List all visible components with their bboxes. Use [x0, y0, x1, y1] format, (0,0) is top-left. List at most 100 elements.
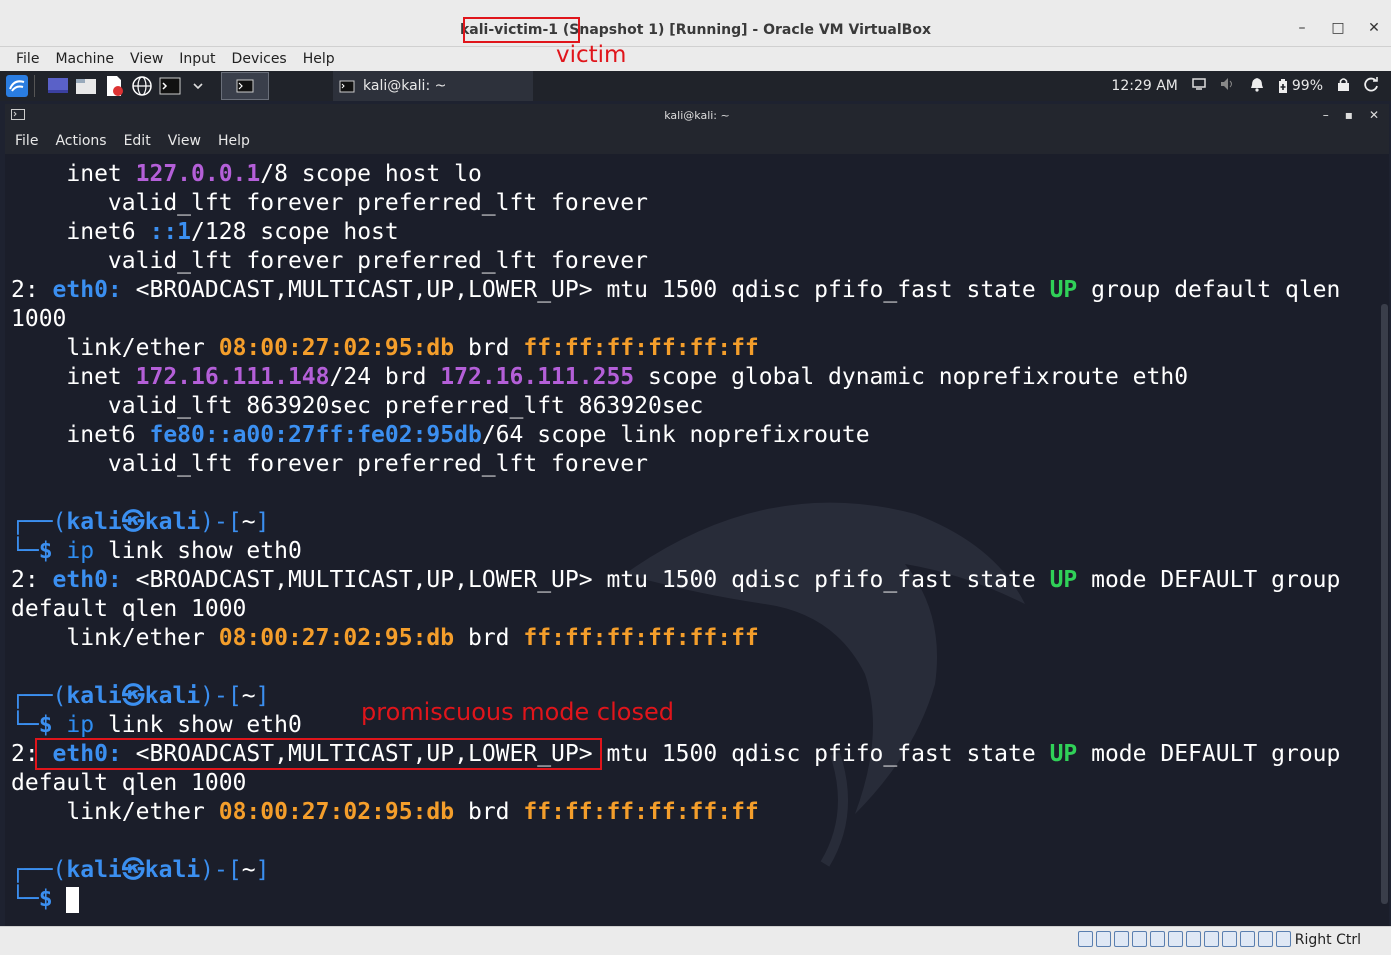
terminal-menu-help[interactable]: Help [218, 133, 250, 149]
show-desktop-icon[interactable] [47, 75, 69, 97]
terminal-minimize-button[interactable]: – [1323, 108, 1329, 122]
terminal-text: link show eth0 [94, 712, 302, 738]
terminal-text: ff:ff:ff:ff:ff:ff [523, 625, 759, 651]
terminal-text: └─ [11, 886, 39, 912]
menu-input[interactable]: Input [179, 51, 215, 67]
menu-devices[interactable]: Devices [232, 51, 287, 67]
terminal-text: default qlen 1000 [11, 770, 247, 796]
menu-file[interactable]: File [16, 51, 39, 67]
chevron-down-icon[interactable] [187, 75, 209, 97]
web-browser-icon[interactable] [131, 75, 153, 97]
terminal-text: └─ [11, 712, 39, 738]
terminal-text: brd [454, 799, 524, 825]
terminal-line: ┌──(kali㉿kali)-[~] [11, 508, 1340, 537]
terminal-text: brd [454, 625, 524, 651]
terminal-text: <BROADCAST,MULTICAST,UP,LOWER_UP> mtu 15… [121, 741, 1050, 767]
maximize-button[interactable]: □ [1331, 20, 1345, 36]
menu-machine[interactable]: Machine [55, 51, 114, 67]
terminal-menubar: File Actions Edit View Help [5, 128, 1389, 154]
cpu-icon[interactable] [1222, 931, 1237, 947]
lock-screen-icon[interactable] [1337, 77, 1350, 96]
battery-percent: 99% [1291, 78, 1323, 94]
hard-disk-icon[interactable] [1078, 931, 1093, 947]
shared-folders-icon[interactable] [1168, 931, 1183, 947]
kali-top-panel: kali@kali: ~ 12:29 AM 99% [0, 71, 1391, 101]
battery-icon [1278, 78, 1287, 93]
terminal-text: ┌──( [11, 509, 67, 535]
notification-bell-icon[interactable] [1250, 77, 1264, 96]
audio-icon[interactable] [1114, 931, 1129, 947]
terminal-line: valid_lft forever preferred_lft forever [11, 247, 1340, 276]
terminal-line: └─$ ip link show eth0 [11, 537, 1340, 566]
terminal-text: ~ [241, 857, 256, 883]
close-button[interactable]: ✕ [1367, 20, 1381, 36]
file-manager-icon[interactable] [75, 75, 97, 97]
terminal-text: mode DEFAULT group [1077, 741, 1341, 767]
vbox-statusbar: Right Ctrl [0, 926, 1391, 955]
terminal-line: valid_lft 863920sec preferred_lft 863920… [11, 392, 1340, 421]
mouse-integration-icon[interactable] [1258, 931, 1273, 947]
terminal-scrollbar[interactable] [1380, 154, 1389, 926]
terminal-line: valid_lft forever preferred_lft forever [11, 450, 1340, 479]
vbox-window-title: kali-victim-1 (Snapshot 1) [Running] - O… [459, 22, 931, 38]
battery-indicator[interactable]: 99% [1278, 78, 1323, 94]
terminal-text: ff:ff:ff:ff:ff:ff [523, 799, 759, 825]
terminal-line: 1000 [11, 305, 1340, 334]
terminal-text: 2: [11, 277, 53, 303]
terminal-line: inet 127.0.0.1/8 scope host lo [11, 160, 1340, 189]
logout-icon[interactable] [1364, 76, 1379, 96]
vbox-menubar: File Machine View Input Devices Help [0, 47, 1391, 71]
terminal-scrollbar-thumb[interactable] [1381, 304, 1388, 904]
terminal-line: 2: eth0: <BROADCAST,MULTICAST,UP,LOWER_U… [11, 276, 1340, 305]
terminal-text: kali㉿kali [66, 857, 201, 883]
terminal-text: ┌──( [11, 857, 67, 883]
terminal-text: default qlen 1000 [11, 596, 247, 622]
terminal-text: /64 scope link noprefixroute [481, 422, 870, 448]
terminal-text: link/ether [11, 625, 219, 651]
text-editor-icon[interactable] [103, 75, 125, 97]
terminal-text: inet6 [11, 219, 150, 245]
kali-menu-icon[interactable] [6, 75, 28, 97]
vbox-window-controls: – □ ✕ [1295, 20, 1381, 36]
optical-drive-icon[interactable] [1096, 931, 1111, 947]
taskbar-window-kali-terminal[interactable]: kali@kali: ~ [333, 71, 533, 101]
keyboard-icon[interactable] [1276, 931, 1291, 947]
terminal-text: 1000 [11, 306, 67, 332]
terminal-text: mode DEFAULT group [1077, 567, 1341, 593]
clock[interactable]: 12:29 AM [1111, 78, 1177, 94]
terminal-text: UP [1049, 567, 1078, 593]
terminal-text: inet [11, 364, 136, 390]
terminal-text: 08:00:27:02:95:db [218, 625, 455, 651]
terminal-line: inet 172.16.111.148/24 brd 172.16.111.25… [11, 363, 1340, 392]
terminal-text: /24 brd [329, 364, 441, 390]
terminal-menu-file[interactable]: File [15, 133, 38, 149]
minimize-button[interactable]: – [1295, 20, 1309, 36]
terminal-menu-view[interactable]: View [168, 133, 201, 149]
terminal-text: kali㉿kali [66, 509, 201, 535]
terminal-menu-actions[interactable]: Actions [55, 133, 106, 149]
promiscuous-annotation-label: promiscuous mode closed [361, 698, 674, 726]
terminal-menu-edit[interactable]: Edit [124, 133, 151, 149]
network-icon[interactable] [1132, 931, 1147, 947]
volume-icon[interactable] [1220, 77, 1236, 95]
menu-help[interactable]: Help [303, 51, 335, 67]
workspace-terminal-button[interactable] [221, 72, 269, 100]
terminal-text: ip [66, 538, 95, 564]
terminal-text: brd [454, 335, 524, 361]
terminal-text: ff:ff:ff:ff:ff:ff [523, 335, 759, 361]
terminal-text: 172.16.111.148 [135, 364, 330, 390]
vt-x-icon[interactable] [1240, 931, 1255, 947]
menu-view[interactable]: View [130, 51, 163, 67]
terminal-text: )-[ [200, 683, 242, 709]
recording-icon[interactable] [1204, 931, 1219, 947]
terminal-maximize-button[interactable]: ▪ [1345, 108, 1353, 122]
display-icon[interactable] [1186, 931, 1201, 947]
terminal-output[interactable]: inet 127.0.0.1/8 scope host lo valid_lft… [5, 154, 1380, 926]
monitor-icon[interactable] [1192, 77, 1206, 95]
usb-icon[interactable] [1150, 931, 1165, 947]
terminal-text: $ [38, 712, 67, 738]
terminal-launcher-icon[interactable] [159, 75, 181, 97]
terminal-close-button[interactable]: ✕ [1369, 108, 1379, 122]
